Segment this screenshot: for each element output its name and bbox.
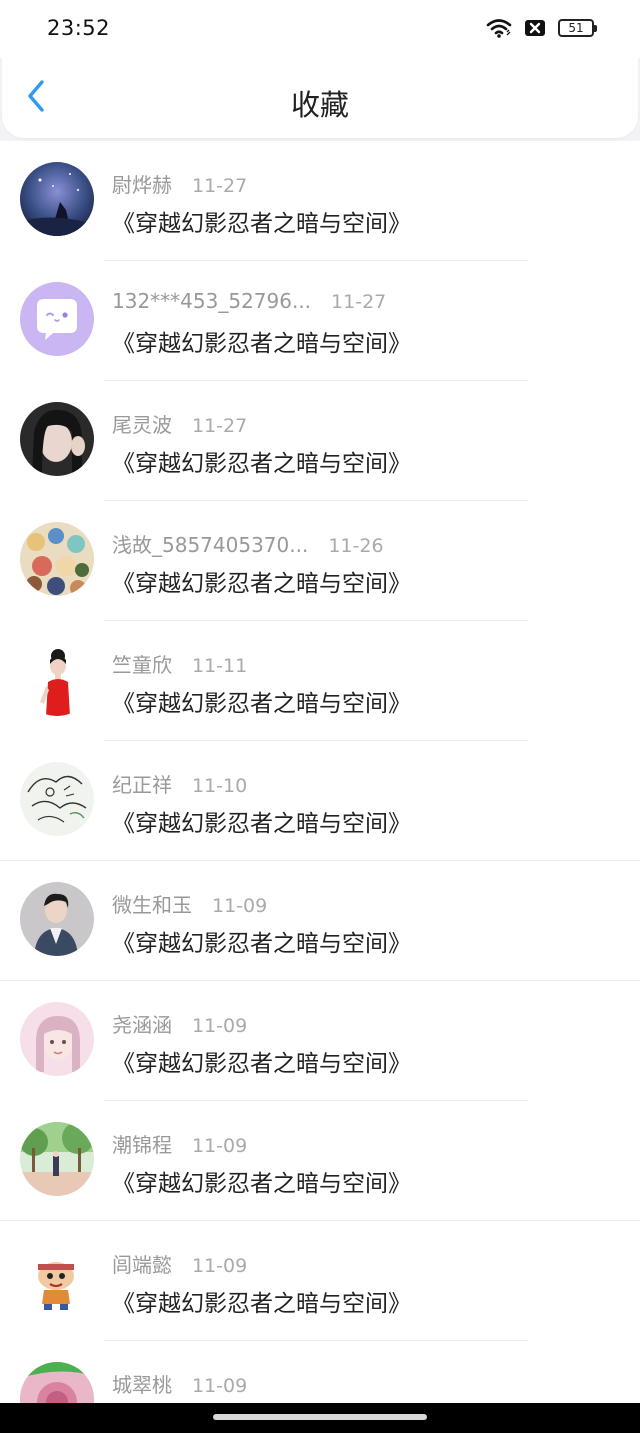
row-date: 11-27 xyxy=(192,415,248,437)
avatar[interactable] xyxy=(20,1362,94,1403)
user-name: 浅故_5857405370... xyxy=(112,533,309,557)
row-date: 11-11 xyxy=(192,655,248,677)
row-meta: 尧涵涵 11-09 xyxy=(112,1009,247,1038)
user-name: 尉烨赫 xyxy=(112,173,172,197)
user-name: 城翠桃 xyxy=(112,1373,172,1397)
book-title: 《穿越幻影忍者之暗与空间》 xyxy=(112,1051,411,1077)
avatar[interactable] xyxy=(20,1242,94,1316)
row-date: 11-26 xyxy=(328,535,384,557)
favorites-list: 尉烨赫 11-27 《穿越幻影忍者之暗与空间》 132***453_52796.… xyxy=(0,141,640,1403)
avatar[interactable] xyxy=(20,522,94,596)
page-title: 收藏 xyxy=(290,88,349,122)
row-meta: 尉烨赫 11-27 xyxy=(112,169,247,198)
row-meta: 微生和玉 11-09 xyxy=(112,889,267,918)
user-name: 微生和玉 xyxy=(112,893,192,917)
row-date: 11-09 xyxy=(192,1375,248,1397)
wifi-icon xyxy=(486,18,512,38)
avatar[interactable] xyxy=(20,402,94,476)
user-name: 闾端懿 xyxy=(112,1253,172,1277)
list-item[interactable]: 纪正祥 11-10 《穿越幻影忍者之暗与空间》 xyxy=(0,741,640,861)
book-title: 《穿越幻影忍者之暗与空间》 xyxy=(112,931,411,957)
row-meta: 尾灵波 11-27 xyxy=(112,409,247,438)
book-title: 《穿越幻影忍者之暗与空间》 xyxy=(112,811,411,837)
list-item[interactable]: 尧涵涵 11-09 《穿越幻影忍者之暗与空间》 xyxy=(0,981,640,1101)
list-item[interactable]: 闾端懿 11-09 《穿越幻影忍者之暗与空间》 xyxy=(0,1221,640,1341)
list-item[interactable]: 尉烨赫 11-27 《穿越幻影忍者之暗与空间》 xyxy=(0,141,640,261)
avatar[interactable] xyxy=(20,882,94,956)
sim-off-icon xyxy=(524,19,546,37)
list-item[interactable]: 竺童欣 11-11 《穿越幻影忍者之暗与空间》 xyxy=(0,621,640,741)
home-indicator[interactable] xyxy=(213,1414,427,1420)
avatar[interactable] xyxy=(20,1002,94,1076)
system-navigation-bar xyxy=(0,1403,640,1433)
book-title: 《穿越幻影忍者之暗与空间》 xyxy=(112,211,411,237)
row-date: 11-09 xyxy=(192,1135,248,1157)
row-meta: 纪正祥 11-10 xyxy=(112,769,247,798)
book-title: 《穿越幻影忍者之暗与空间》 xyxy=(112,451,411,477)
row-date: 11-27 xyxy=(331,291,387,313)
list-item[interactable]: 城翠桃 11-09 xyxy=(0,1341,640,1403)
user-name: 尧涵涵 xyxy=(112,1013,172,1037)
battery-icon: 51 xyxy=(558,19,597,37)
list-item[interactable]: 132***453_52796... 11-27 《穿越幻影忍者之暗与空间》 xyxy=(0,261,640,381)
avatar[interactable] xyxy=(20,162,94,236)
avatar[interactable] xyxy=(20,762,94,836)
row-meta: 132***453_52796... 11-27 xyxy=(112,289,386,313)
user-name: 潮锦程 xyxy=(112,1133,172,1157)
avatar[interactable] xyxy=(20,642,94,716)
book-title: 《穿越幻影忍者之暗与空间》 xyxy=(112,691,411,717)
row-date: 11-09 xyxy=(192,1015,248,1037)
list-item[interactable]: 潮锦程 11-09 《穿越幻影忍者之暗与空间》 xyxy=(0,1101,640,1221)
book-title: 《穿越幻影忍者之暗与空间》 xyxy=(112,331,411,357)
avatar[interactable] xyxy=(20,282,94,356)
row-meta: 竺童欣 11-11 xyxy=(112,649,247,678)
nav-bar: 收藏 xyxy=(2,58,638,138)
book-title: 《穿越幻影忍者之暗与空间》 xyxy=(112,571,411,597)
book-title: 《穿越幻影忍者之暗与空间》 xyxy=(112,1291,411,1317)
user-name: 尾灵波 xyxy=(112,413,172,437)
status-time: 23:52 xyxy=(47,16,111,40)
user-name: 竺童欣 xyxy=(112,653,172,677)
list-item[interactable]: 尾灵波 11-27 《穿越幻影忍者之暗与空间》 xyxy=(0,381,640,501)
list-item[interactable]: 浅故_5857405370... 11-26 《穿越幻影忍者之暗与空间》 xyxy=(0,501,640,621)
book-title: 《穿越幻影忍者之暗与空间》 xyxy=(112,1171,411,1197)
row-meta: 城翠桃 11-09 xyxy=(112,1369,247,1398)
row-meta: 潮锦程 11-09 xyxy=(112,1129,247,1158)
row-meta: 浅故_5857405370... 11-26 xyxy=(112,529,384,558)
status-icons: 51 xyxy=(486,16,597,40)
avatar[interactable] xyxy=(20,1122,94,1196)
status-bar: 23:52 51 xyxy=(0,0,640,58)
row-date: 11-09 xyxy=(212,895,268,917)
user-name: 132***453_52796... xyxy=(112,289,312,313)
user-name: 纪正祥 xyxy=(112,773,172,797)
row-date: 11-27 xyxy=(192,175,248,197)
row-meta: 闾端懿 11-09 xyxy=(112,1249,247,1278)
battery-level: 51 xyxy=(568,21,584,35)
row-date: 11-09 xyxy=(192,1255,248,1277)
list-item[interactable]: 微生和玉 11-09 《穿越幻影忍者之暗与空间》 xyxy=(0,861,640,981)
row-date: 11-10 xyxy=(192,775,248,797)
